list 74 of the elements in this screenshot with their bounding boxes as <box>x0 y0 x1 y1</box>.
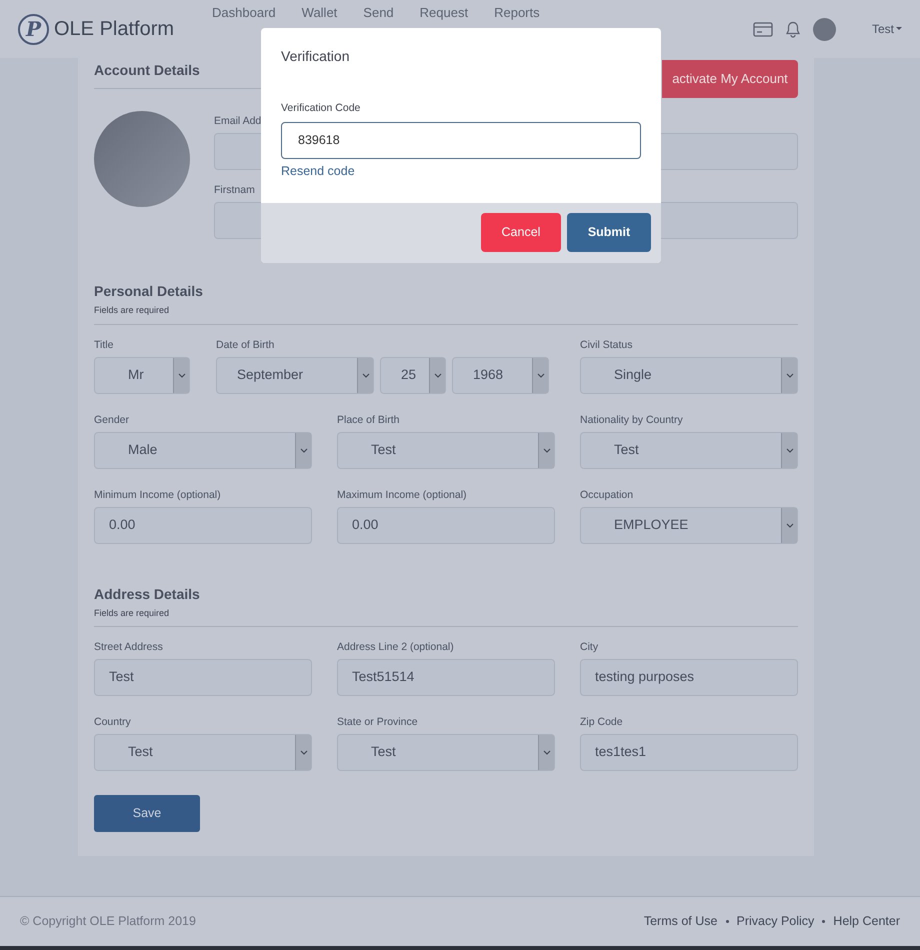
text-input[interactable]: testing purposes <box>580 659 798 696</box>
modal-title: Verification <box>281 47 350 66</box>
save-button[interactable]: Save <box>94 795 200 832</box>
chevron-down-icon <box>536 372 544 378</box>
chevron-down-icon <box>786 522 794 528</box>
footer-link[interactable]: Terms of Use <box>644 912 718 931</box>
text-input[interactable]: tes1tes1 <box>580 734 798 771</box>
field-label: City <box>580 641 600 654</box>
submit-button[interactable]: Submit <box>567 213 651 252</box>
dropdown[interactable]: Test <box>337 734 555 771</box>
field-label: Street Address <box>94 641 164 654</box>
section-title: Address Details <box>94 584 201 604</box>
dropdown[interactable]: EMPLOYEE <box>580 506 798 544</box>
chevron-down-icon <box>786 448 794 452</box>
footer-link[interactable]: Privacy Policy <box>736 912 814 931</box>
resend-code-link[interactable]: Resend code <box>281 164 355 178</box>
user-avatar[interactable] <box>812 18 836 40</box>
cancel-button[interactable]: Cancel <box>481 213 561 252</box>
chevron-down-icon <box>300 448 308 452</box>
field-label: Verification Code <box>281 101 362 116</box>
nav-link[interactable]: Reports <box>494 5 540 29</box>
dropdown[interactable]: Single <box>580 356 798 394</box>
field-label: Country <box>94 716 132 729</box>
chevron-down-icon <box>542 750 550 755</box>
chevron-down-icon <box>434 372 442 378</box>
nav-link[interactable]: Dashboard <box>212 5 276 29</box>
chevron-down-icon <box>300 750 308 755</box>
field-label: Civil Status <box>580 338 634 352</box>
dropdown[interactable]: September <box>216 356 374 394</box>
verification-code-input[interactable]: 839618 <box>281 122 641 159</box>
logo[interactable]: P <box>18 14 49 44</box>
copyright-text: © Copyright OLE Platform 2019 <box>20 913 196 930</box>
field-label: Email Add <box>214 115 262 128</box>
field-label: Gender <box>94 414 130 426</box>
section-subtitle: Fields are required <box>94 606 170 620</box>
dropdown[interactable]: Mr <box>94 356 190 394</box>
field-label: Maximum Income (optional) <box>337 488 468 502</box>
nav-link[interactable]: Send <box>363 5 394 29</box>
footer-link[interactable]: Help Center <box>833 912 900 931</box>
caret-down-icon <box>896 27 902 31</box>
field-label: Zip Code <box>580 716 624 729</box>
text-input[interactable]: Test51514 <box>337 659 555 696</box>
field-label: Nationality by Country <box>580 414 684 426</box>
user-menu[interactable]: Test <box>872 20 902 38</box>
field-label: State or Province <box>337 716 419 729</box>
text-input[interactable]: 0.00 <box>94 506 312 544</box>
dropdown[interactable]: 25 <box>380 356 446 394</box>
field-label: Date of Birth <box>216 338 276 352</box>
bell-icon[interactable] <box>784 20 801 38</box>
section-subtitle: Fields are required <box>94 304 170 317</box>
nav-link[interactable]: Request <box>420 5 468 29</box>
dropdown[interactable]: 1968 <box>452 356 549 394</box>
section-title: Personal Details <box>94 282 204 301</box>
chevron-down-icon <box>542 448 550 452</box>
text-input[interactable]: Test <box>94 659 312 696</box>
field-label: Title <box>94 338 114 352</box>
field-label: Occupation <box>580 488 634 502</box>
field-label: Place of Birth <box>337 414 400 426</box>
chevron-down-icon <box>178 372 186 378</box>
chevron-down-icon <box>786 372 794 378</box>
field-label: Minimum Income (optional) <box>94 488 222 502</box>
dropdown[interactable]: Test <box>580 432 798 468</box>
chevron-down-icon <box>362 372 370 378</box>
deactivate-button[interactable]: activate My Account <box>662 60 798 98</box>
section-title: Account Details <box>94 61 201 80</box>
field-label: Firstnam <box>214 184 256 197</box>
brand-name[interactable]: OLE Platform <box>54 14 174 44</box>
text-input[interactable]: 0.00 <box>337 506 555 544</box>
card-icon[interactable] <box>752 22 773 36</box>
field-label: Address Line 2 (optional) <box>337 641 455 654</box>
dropdown[interactable]: Test <box>337 432 555 468</box>
nav-link[interactable]: Wallet <box>302 5 338 29</box>
dropdown[interactable]: Male <box>94 432 312 468</box>
dropdown[interactable]: Test <box>94 734 312 771</box>
